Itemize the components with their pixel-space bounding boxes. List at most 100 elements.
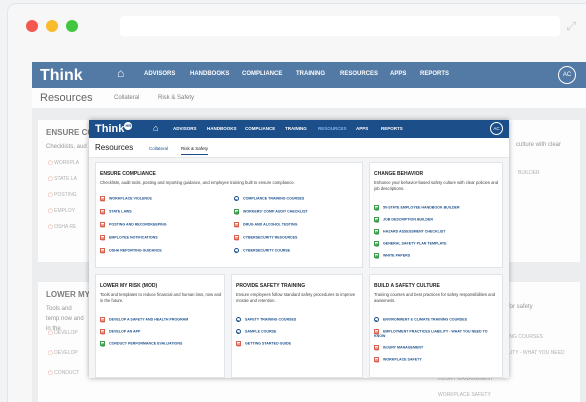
- bg-nav-item[interactable]: REPORTS: [420, 71, 449, 77]
- nav-resources[interactable]: RESOURCES: [318, 126, 347, 131]
- subheader: Resources Collateral Risk & Safety: [89, 138, 509, 158]
- link-white-papers[interactable]: ▦ WHITE PAPERS: [374, 253, 410, 259]
- home-icon[interactable]: ⌂: [117, 66, 124, 80]
- bg-nav-item[interactable]: RESOURCES: [340, 71, 378, 77]
- bg-nav-item[interactable]: HANDBOOKS: [190, 71, 229, 77]
- expand-icon[interactable]: ⤢: [566, 19, 576, 34]
- pdf-icon: ▤: [374, 345, 379, 351]
- link-label: WORKERS' COMP AUDIT CHECKLIST: [243, 209, 308, 214]
- bg-tab-risk-safety[interactable]: Risk & Safety: [158, 95, 194, 101]
- link-environment-climate-courses[interactable]: ▸ ENVIRONMENT & CLIMATE TRAINING COURSES: [374, 317, 467, 323]
- link-performance-evaluations[interactable]: ▦ CONDUCT PERFORMANCE EVALUATIONS: [100, 341, 183, 347]
- nav-reports[interactable]: REPORTS: [381, 126, 403, 131]
- bg-nav-item[interactable]: ADVISORS: [144, 71, 175, 77]
- link-workers-comp-checklist[interactable]: ▦ WORKERS' COMP AUDIT CHECKLIST: [234, 209, 308, 215]
- logo-badge: HR: [124, 122, 133, 130]
- nav-compliance[interactable]: COMPLIANCE: [245, 126, 275, 131]
- document-icon: ▦: [234, 209, 239, 215]
- nav-handbooks[interactable]: HANDBOOKS: [207, 126, 237, 131]
- logo[interactable]: ThinkHR: [95, 122, 133, 135]
- background-subheader: Resources Collateral Risk & Safety: [32, 88, 586, 108]
- link-employment-practices-liability[interactable]: ▤ EMPLOYMENT PRACTICES LIABILITY - WHAT Y…: [374, 329, 494, 339]
- link-safety-health-program[interactable]: ▤ DEVELOP A SAFETY AND HEALTH PROGRAM: [100, 317, 188, 323]
- link-workplace-violence[interactable]: ▤ WORKPLACE VIOLENCE: [100, 196, 152, 202]
- bg-list-item: OSHA RE: [48, 224, 76, 230]
- link-label: CYBERSECURITY RESOURCES: [243, 235, 298, 240]
- link-cybersecurity-course[interactable]: ▸ CYBERSECURITY COURSE: [234, 248, 291, 254]
- link-label: SAMPLE COURSE: [245, 329, 277, 334]
- document-icon: ▦: [374, 205, 379, 211]
- pdf-icon: ▤: [236, 341, 241, 347]
- bg-list-item: DEVELOP: [48, 330, 78, 336]
- bg-tab-collateral[interactable]: Collateral: [114, 95, 139, 101]
- link-job-description-builder[interactable]: ▦ JOB DESCRIPTION BUILDER: [374, 217, 433, 223]
- browser-chrome: ⤢: [8, 4, 586, 50]
- address-bar[interactable]: [120, 16, 560, 36]
- link-compliance-courses[interactable]: ▸ COMPLIANCE TRAINING COURSES: [234, 196, 305, 202]
- link-label: COMPLIANCE TRAINING COURSES: [243, 196, 305, 201]
- avatar[interactable]: AC: [490, 122, 503, 135]
- link-employee-notifications[interactable]: ▤ EMPLOYEE NOTIFICATIONS: [100, 235, 158, 241]
- link-hazard-checklist[interactable]: ▦ HAZARD ASSESSMENT CHECKLIST: [374, 229, 446, 235]
- bg-right-item: BUILDER: [518, 170, 540, 176]
- link-label: CONDUCT PERFORMANCE EVALUATIONS: [109, 341, 183, 346]
- nav-training[interactable]: TRAINING: [285, 126, 307, 131]
- link-label: OSHA REPORTING GUIDANCE: [109, 248, 162, 253]
- link-safety-training-courses[interactable]: ▸ SAFETY TRAINING COURSES: [236, 317, 296, 323]
- link-drug-alcohol-testing[interactable]: ▤ DRUG AND ALCOHOL TESTING: [234, 222, 298, 228]
- link-osha-reporting[interactable]: ▤ OSHA REPORTING GUIDANCE: [100, 248, 162, 254]
- nav-apps[interactable]: APPS: [356, 126, 368, 131]
- link-handbook-builder[interactable]: ▦ 50-STATE EMPLOYEE HANDBOOK BUILDER: [374, 205, 460, 211]
- nav-advisors[interactable]: ADVISORS: [173, 126, 197, 131]
- pdf-icon: ▤: [100, 248, 105, 254]
- card-desc: Enhance your behavior-based safety cultu…: [374, 180, 499, 191]
- bg-list-item: CONDUCT: [48, 370, 79, 376]
- pdf-icon: ▤: [100, 329, 105, 335]
- tab-risk-safety[interactable]: Risk & Safety: [181, 146, 209, 155]
- document-icon: ▦: [374, 217, 379, 223]
- link-label: DRUG AND ALCOHOL TESTING: [243, 222, 298, 227]
- tab-collateral[interactable]: Collateral: [149, 146, 168, 151]
- card-title: LOWER MY RISK (MOD): [100, 283, 158, 289]
- pdf-icon: ▤: [374, 357, 379, 363]
- maximize-window-button[interactable]: [66, 20, 78, 32]
- card-desc: Ensure employees follow standard safety …: [236, 292, 356, 303]
- background-logo: Think: [40, 67, 83, 84]
- card-title: BUILD A SAFETY CULTURE: [374, 283, 440, 289]
- pdf-icon: ▤: [374, 329, 379, 335]
- play-icon: ▸: [234, 248, 239, 254]
- link-posting-recordkeeping[interactable]: ▤ POSTING AND RECORDKEEPING: [100, 222, 167, 228]
- bg-list-item: WORKPLA: [48, 160, 79, 166]
- card-ensure-compliance: ENSURE COMPLIANCE Checklists, audit tool…: [95, 162, 363, 268]
- link-safety-plan-template[interactable]: ▦ GENERAL SAFETY PLAN TEMPLATE: [374, 241, 447, 247]
- card-build-safety-culture: BUILD A SAFETY CULTURE Training courses …: [369, 274, 503, 378]
- minimize-window-button[interactable]: [46, 20, 58, 32]
- bg-nav-item[interactable]: COMPLIANCE: [242, 71, 282, 77]
- bg-right-item: WORKPLACE SAFETY: [438, 392, 491, 398]
- link-label: WORKPLACE SAFETY: [383, 357, 422, 362]
- card-change-behavior: CHANGE BEHAVIOR Enhance your behavior-ba…: [369, 162, 503, 268]
- bg-nav-item[interactable]: TRAINING: [296, 71, 325, 77]
- bg-list-item: POSTING: [48, 192, 77, 198]
- bg-nav-item[interactable]: APPS: [390, 71, 406, 77]
- link-workplace-safety[interactable]: ▤ WORKPLACE SAFETY: [374, 357, 422, 363]
- link-injury-management[interactable]: ▤ INJURY MANAGEMENT: [374, 345, 423, 351]
- link-label: WORKPLACE VIOLENCE: [109, 196, 152, 201]
- link-getting-started-guide[interactable]: ▤ GETTING STARTED GUIDE: [236, 341, 291, 347]
- home-icon[interactable]: ⌂: [153, 123, 158, 133]
- link-label: CYBERSECURITY COURSE: [243, 248, 291, 253]
- bg-list-item: DEVELOP: [48, 350, 78, 356]
- link-label: POSTING AND RECORDKEEPING: [109, 222, 167, 227]
- link-label: ENVIRONMENT & CLIMATE TRAINING COURSES: [383, 317, 467, 322]
- link-develop-app[interactable]: ▤ DEVELOP AN APP: [100, 329, 140, 335]
- link-cybersecurity-resources[interactable]: ▤ CYBERSECURITY RESOURCES: [234, 235, 298, 241]
- bg-avatar[interactable]: AC: [558, 66, 576, 84]
- background-nav-bar: Think ⌂ ADVISORS HANDBOOKS COMPLIANCE TR…: [32, 62, 586, 88]
- close-window-button[interactable]: [26, 20, 38, 32]
- bg-right-item: ING COURSES: [508, 334, 544, 340]
- pdf-icon: ▤: [234, 222, 239, 228]
- link-label: HAZARD ASSESSMENT CHECKLIST: [383, 229, 446, 234]
- link-state-laws[interactable]: ▤ STATE LAWS: [100, 209, 132, 215]
- link-sample-course[interactable]: ▸ SAMPLE COURSE: [236, 329, 277, 335]
- card-title: ENSURE COMPLIANCE: [100, 171, 156, 177]
